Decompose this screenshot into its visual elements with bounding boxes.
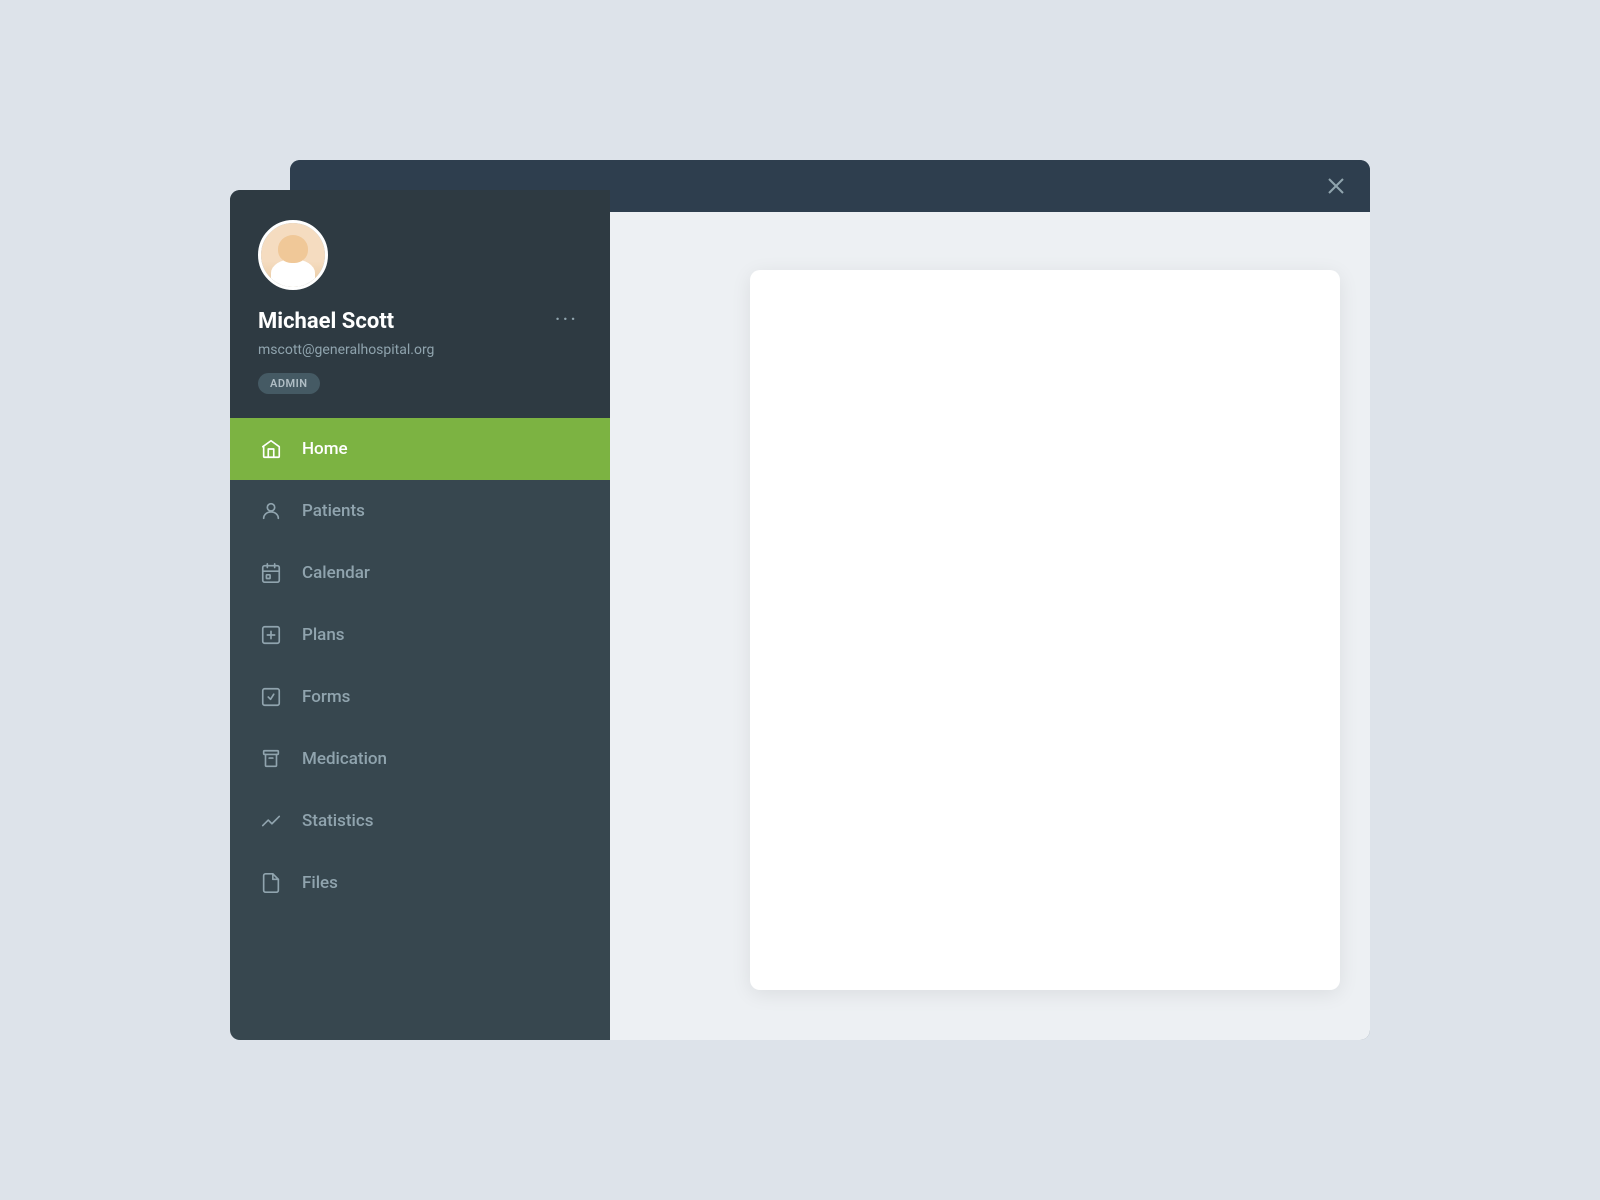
- user-profile: Michael Scott ··· mscott@generalhospital…: [230, 190, 610, 418]
- avatar-wrap: [258, 220, 582, 290]
- files-icon: [258, 870, 284, 896]
- home-icon: [258, 436, 284, 462]
- forms-icon: [258, 684, 284, 710]
- sidebar-label-statistics: Statistics: [302, 811, 373, 831]
- avatar-face: [261, 223, 325, 287]
- sidebar-label-patients: Patients: [302, 501, 365, 521]
- more-options-button[interactable]: ···: [551, 306, 582, 336]
- sidebar-item-patients[interactable]: Patients: [230, 480, 610, 542]
- sidebar-label-files: Files: [302, 873, 338, 893]
- avatar: [258, 220, 328, 290]
- patients-icon: [258, 498, 284, 524]
- calendar-icon: [258, 560, 284, 586]
- sidebar-item-statistics[interactable]: Statistics: [230, 790, 610, 852]
- sidebar: Michael Scott ··· mscott@generalhospital…: [230, 190, 610, 1040]
- sidebar-label-plans: Plans: [302, 625, 345, 645]
- sidebar-label-calendar: Calendar: [302, 563, 370, 583]
- sidebar-item-files[interactable]: Files: [230, 852, 610, 914]
- sidebar-item-home[interactable]: Home: [230, 418, 610, 480]
- user-name: Michael Scott: [258, 309, 394, 334]
- close-button[interactable]: [1320, 170, 1352, 202]
- plans-icon: [258, 622, 284, 648]
- sidebar-label-home: Home: [302, 439, 348, 459]
- sidebar-item-plans[interactable]: Plans: [230, 604, 610, 666]
- statistics-icon: [258, 808, 284, 834]
- user-name-row: Michael Scott ···: [258, 306, 582, 336]
- role-badge: ADMIN: [258, 373, 320, 394]
- sidebar-item-medication[interactable]: Medication: [230, 728, 610, 790]
- user-email: mscott@generalhospital.org: [258, 342, 582, 358]
- nav-list: Home Patients: [230, 418, 610, 914]
- sidebar-label-forms: Forms: [302, 687, 350, 707]
- content-card: [750, 270, 1340, 990]
- sidebar-label-medication: Medication: [302, 749, 387, 769]
- medication-icon: [258, 746, 284, 772]
- sidebar-item-forms[interactable]: Forms: [230, 666, 610, 728]
- sidebar-item-calendar[interactable]: Calendar: [230, 542, 610, 604]
